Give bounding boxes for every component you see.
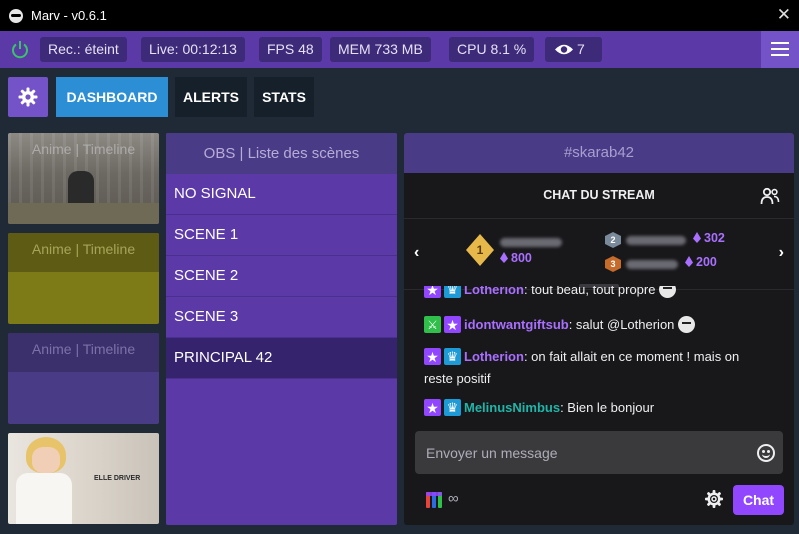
chat-text: : Bien le bonjour xyxy=(560,400,655,415)
menu-button[interactable] xyxy=(761,31,799,68)
bits-gem-icon xyxy=(685,256,693,267)
chevron-right-icon[interactable]: › xyxy=(779,244,784,262)
rank-1-badge-icon: 1 xyxy=(466,234,494,266)
tile-caption: ELLE DRIVER xyxy=(94,475,141,482)
subscriber-badge-icon xyxy=(444,314,461,336)
chat-input-box xyxy=(415,431,783,474)
chat-username[interactable]: Lotherion xyxy=(464,349,524,364)
chat-messages: Lotherion: tout beau, tout propre idontw… xyxy=(404,286,794,426)
users-icon[interactable] xyxy=(760,187,780,205)
source-tile-2[interactable]: Anime | Timeline xyxy=(8,233,159,324)
leader-3-bits: 200 xyxy=(685,255,717,269)
gear-icon xyxy=(18,87,38,107)
chat-username[interactable]: MelinusNimbus xyxy=(464,400,560,415)
window-title: Marv - v0.6.1 xyxy=(31,8,107,23)
tile-ground xyxy=(8,203,159,224)
settings-button[interactable] xyxy=(8,77,48,117)
crown-badge-icon xyxy=(444,286,461,301)
rank-2-number: 2 xyxy=(610,235,616,245)
chat-message: MelinusNimbus: Bien le bonjour xyxy=(424,397,764,419)
tile-figure-body xyxy=(16,473,72,524)
scene-item-scene-3[interactable]: SCENE 3 xyxy=(166,297,397,338)
bits-leaderboard: ‹ › 1 800 2 302 3 200 xyxy=(404,220,794,290)
source-tile-4[interactable]: ELLE DRIVER xyxy=(8,433,159,524)
scene-item-no-signal[interactable]: NO SIGNAL xyxy=(166,174,397,215)
chat-username[interactable]: Lotherion xyxy=(464,286,524,297)
chat-username[interactable]: idontwantgiftsub xyxy=(464,317,569,332)
subscriber-badge-icon xyxy=(424,286,441,301)
emote-icon xyxy=(659,286,677,298)
chat-message: Lotherion: on fait allait en ce moment !… xyxy=(424,346,764,390)
viewer-count: 7 xyxy=(545,37,602,62)
tile-label: Anime | Timeline xyxy=(31,241,136,257)
leader-3-bits-value: 200 xyxy=(696,255,717,269)
chat-panel: #skarab42 CHAT DU STREAM ‹ › 1 800 2 302… xyxy=(404,133,794,525)
chat-input[interactable] xyxy=(415,431,745,474)
leader-2-bits: 302 xyxy=(693,231,725,245)
tab-alerts[interactable]: ALERTS xyxy=(175,77,247,117)
memory-usage: MEM 733 MB xyxy=(330,37,431,62)
bits-icon[interactable] xyxy=(425,491,443,509)
tab-dashboard[interactable]: DASHBOARD xyxy=(56,77,168,117)
eye-icon xyxy=(555,44,573,55)
tab-stats[interactable]: STATS xyxy=(254,77,314,117)
rank-3-number: 3 xyxy=(610,259,616,269)
power-icon[interactable] xyxy=(10,39,30,59)
chevron-left-icon[interactable]: ‹ xyxy=(414,244,419,262)
chat-channel: #skarab42 xyxy=(404,133,794,173)
tile-label: Anime | Timeline xyxy=(31,341,136,357)
chat-text: : salut @Lotherion xyxy=(568,317,675,332)
crown-badge-icon xyxy=(444,346,461,368)
app-logo-icon xyxy=(9,9,23,23)
emoji-icon[interactable] xyxy=(757,444,775,462)
chat-message: Lotherion: tout beau, tout propre xyxy=(424,286,764,301)
scenes-panel: OBS | Liste des scènes NO SIGNAL SCENE 1… xyxy=(166,133,397,525)
source-tile-3[interactable]: Anime | Timeline xyxy=(8,333,159,424)
title-bar: Marv - v0.6.1 ✕ xyxy=(0,0,799,31)
leader-1-bits-value: 800 xyxy=(511,251,532,265)
chat-title: CHAT DU STREAM xyxy=(543,188,655,202)
chat-header: CHAT DU STREAM xyxy=(404,173,794,219)
status-bar: Rec.: éteint Live: 00:12:13 FPS 48 MEM 7… xyxy=(0,31,799,68)
fps-counter: FPS 48 xyxy=(259,37,322,62)
chat-send-button[interactable]: Chat xyxy=(733,485,784,515)
app-window: Marv - v0.6.1 ✕ Rec.: éteint Live: 00:12… xyxy=(0,0,799,534)
leader-2-bits-value: 302 xyxy=(704,231,725,245)
leader-3-name-blurred xyxy=(626,260,678,269)
rank-2-badge-icon: 2 xyxy=(605,232,621,248)
tile-figure-face xyxy=(32,447,60,473)
subscriber-badge-icon xyxy=(424,346,441,368)
chat-settings-icon[interactable] xyxy=(704,489,724,509)
bits-gem-icon xyxy=(500,252,508,263)
rank-3-badge-icon: 3 xyxy=(605,256,621,272)
live-timer: Live: 00:12:13 xyxy=(141,37,245,62)
sword-badge-icon xyxy=(424,314,441,336)
scene-item-scene-1[interactable]: SCENE 1 xyxy=(166,215,397,256)
infinity-label: ∞ xyxy=(448,490,459,507)
emote-icon xyxy=(678,316,696,333)
leader-2-name-blurred xyxy=(626,236,686,245)
bits-gem-icon xyxy=(693,232,701,243)
tile-label: Anime | Timeline xyxy=(31,141,136,157)
chat-text: : tout beau, tout propre xyxy=(523,286,656,297)
recording-status: Rec.: éteint xyxy=(40,37,127,62)
scene-item-principal-42[interactable]: PRINCIPAL 42 xyxy=(166,338,397,379)
leader-1-bits: 800 xyxy=(500,251,532,265)
crown-badge-icon xyxy=(444,397,461,419)
close-icon[interactable]: ✕ xyxy=(777,5,791,25)
source-tile-1[interactable]: Anime | Timeline xyxy=(8,133,159,224)
scenes-title: OBS | Liste des scènes xyxy=(166,133,397,174)
subscriber-badge-icon xyxy=(424,397,441,419)
rank-1-number: 1 xyxy=(476,243,484,257)
leader-1-name-blurred xyxy=(500,238,562,247)
chat-message: idontwantgiftsub: salut @Lotherion xyxy=(424,314,764,336)
viewer-count-value: 7 xyxy=(577,41,585,57)
scene-item-scene-2[interactable]: SCENE 2 xyxy=(166,256,397,297)
cpu-usage: CPU 8.1 % xyxy=(449,37,535,62)
